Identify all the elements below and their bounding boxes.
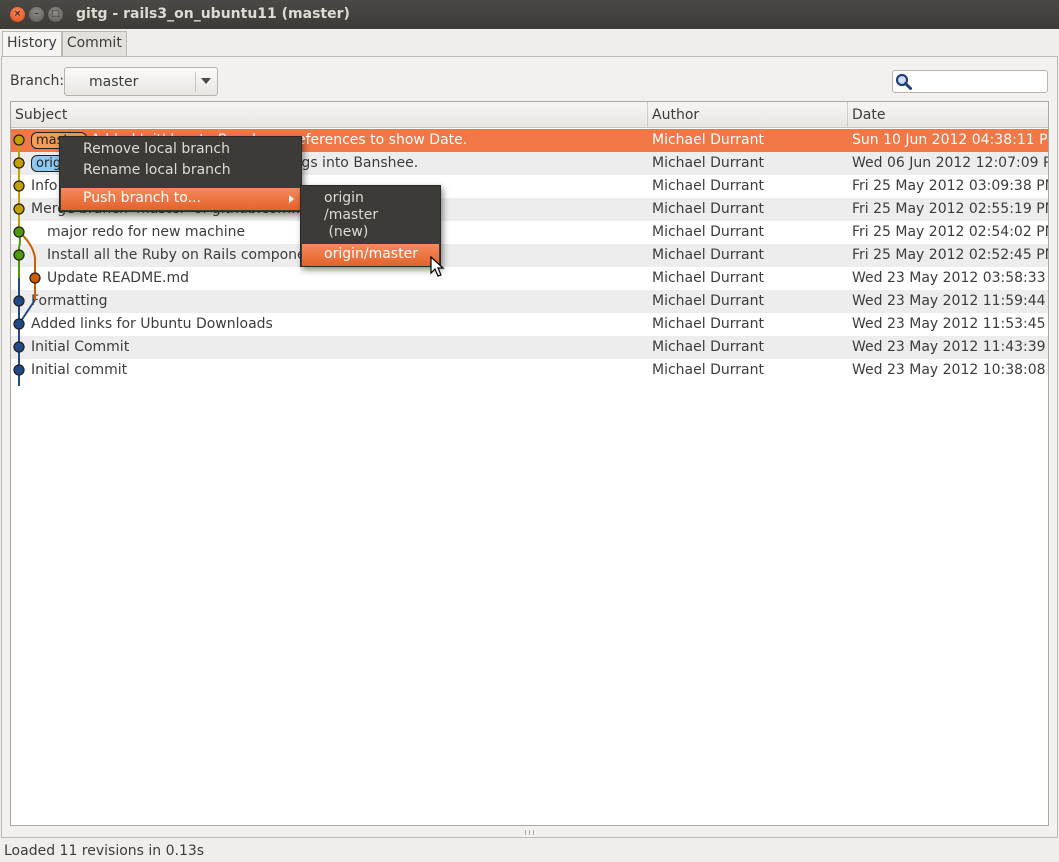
subject-text: Initial Commit xyxy=(31,339,130,355)
menu-item-rename-local-branch[interactable]: Rename local branch xyxy=(61,160,300,182)
column-header-subject[interactable]: Subject xyxy=(11,102,648,128)
menu-item-origin-master-new[interactable]: origin /master (new) xyxy=(302,190,439,242)
maximize-window-button[interactable]: □ xyxy=(48,7,63,22)
combo-separator xyxy=(195,72,196,92)
author-cell: Michael Durrant xyxy=(652,201,764,217)
column-header-row: Subject Author Date xyxy=(11,102,1048,128)
pane-resize-handle[interactable] xyxy=(525,830,534,835)
table-row[interactable]: Initial commit Michael Durrant Wed 23 Ma… xyxy=(11,359,1048,382)
status-bar-text: Loaded 11 revisions in 0.13s xyxy=(4,843,205,859)
menu-item-label: Push branch to... xyxy=(83,190,201,206)
author-cell: Michael Durrant xyxy=(652,270,764,286)
date-cell: Fri 25 May 2012 02:55:19 PM E xyxy=(852,201,1049,217)
date-cell: Fri 25 May 2012 03:09:38 PM E xyxy=(852,178,1049,194)
commit-node xyxy=(13,364,25,376)
tab-commit[interactable]: Commit xyxy=(61,31,127,56)
menu-item-label-line: /master xyxy=(324,207,379,223)
lane-orange xyxy=(18,231,36,300)
date-cell: Wed 23 May 2012 03:58:33 PM xyxy=(852,270,1049,286)
date-cell: Wed 23 May 2012 11:59:44 AM xyxy=(852,293,1048,309)
date-cell: Wed 06 Jun 2012 12:07:09 PM xyxy=(852,155,1049,171)
branch-select[interactable]: master xyxy=(64,67,218,96)
chevron-down-icon xyxy=(201,78,211,84)
column-header-date[interactable]: Date xyxy=(848,102,1048,128)
window-titlebar: × – □ gitg - rails3_on_ubuntu11 (master) xyxy=(0,0,1059,29)
menu-item-label-line: origin xyxy=(324,190,364,206)
table-row[interactable]: Initial Commit Michael Durrant Wed 23 Ma… xyxy=(11,336,1048,359)
author-cell: Michael Durrant xyxy=(652,316,764,332)
window-title: gitg - rails3_on_ubuntu11 (master) xyxy=(76,6,350,22)
branch-label: Branch: xyxy=(10,73,65,89)
branch-select-value: master xyxy=(89,74,139,90)
date-cell: Fri 25 May 2012 02:54:02 PM E xyxy=(852,224,1049,240)
author-cell: Michael Durrant xyxy=(652,155,764,171)
commit-graph xyxy=(13,134,41,386)
commit-node xyxy=(13,203,25,215)
commit-node xyxy=(13,180,25,192)
author-cell: Michael Durrant xyxy=(652,247,764,263)
author-cell: Michael Durrant xyxy=(652,132,764,148)
commit-node xyxy=(29,272,41,284)
mouse-cursor-icon xyxy=(430,256,445,277)
author-cell: Michael Durrant xyxy=(652,362,764,378)
commit-node xyxy=(13,318,25,330)
minimize-window-button[interactable]: – xyxy=(29,7,44,22)
author-cell: Michael Durrant xyxy=(652,339,764,355)
menu-item-remove-local-branch[interactable]: Remove local branch xyxy=(61,139,300,161)
author-cell: Michael Durrant xyxy=(652,178,764,194)
table-row[interactable]: Update README.md Michael Durrant Wed 23 … xyxy=(11,267,1049,290)
date-cell: Wed 23 May 2012 11:43:39 AM xyxy=(852,339,1048,355)
branch-context-menu: Remove local branch Rename local branch … xyxy=(59,136,302,212)
close-window-button[interactable]: × xyxy=(10,7,25,22)
column-header-author[interactable]: Author xyxy=(648,102,848,128)
menu-item-label-line: (new) xyxy=(324,224,369,240)
search-input[interactable] xyxy=(892,70,1048,93)
table-row[interactable]: Added links for Ubuntu Downloads Michael… xyxy=(11,313,1048,336)
commit-node xyxy=(13,157,25,169)
tab-history[interactable]: History xyxy=(2,31,62,57)
date-cell: Wed 23 May 2012 11:53:45 AM xyxy=(852,316,1048,332)
subject-text: Formatting xyxy=(31,293,108,309)
commit-node xyxy=(13,295,25,307)
date-cell: Sun 10 Jun 2012 04:38:11 PM I xyxy=(852,132,1049,148)
author-cell: Michael Durrant xyxy=(652,224,764,240)
table-row[interactable]: major redo for new machine Michael Durra… xyxy=(11,221,1049,244)
date-cell: Wed 23 May 2012 10:38:08 AM xyxy=(852,362,1048,378)
menu-item-origin-master[interactable]: origin/master xyxy=(302,244,439,266)
commit-node xyxy=(13,226,25,238)
table-row[interactable]: Formatting Michael Durrant Wed 23 May 20… xyxy=(11,290,1048,313)
commit-node xyxy=(13,341,25,353)
subject-text: Added links for Ubuntu Downloads xyxy=(31,316,273,332)
view-tabs: History Commit xyxy=(2,31,127,57)
subject-text: Update README.md xyxy=(47,270,189,286)
author-cell: Michael Durrant xyxy=(652,293,764,309)
commit-node xyxy=(13,134,25,146)
commit-node xyxy=(13,249,25,261)
table-row[interactable]: Install all the Ruby on Rails components… xyxy=(11,244,1049,267)
menu-item-push-branch-to[interactable]: Push branch to... xyxy=(61,188,300,210)
date-cell: Fri 25 May 2012 02:52:45 PM E xyxy=(852,247,1049,263)
search-icon xyxy=(895,73,912,90)
subject-text: Initial commit xyxy=(31,362,128,378)
submenu-arrow-icon xyxy=(289,195,294,203)
push-target-submenu: origin /master (new) origin/master xyxy=(300,185,441,267)
